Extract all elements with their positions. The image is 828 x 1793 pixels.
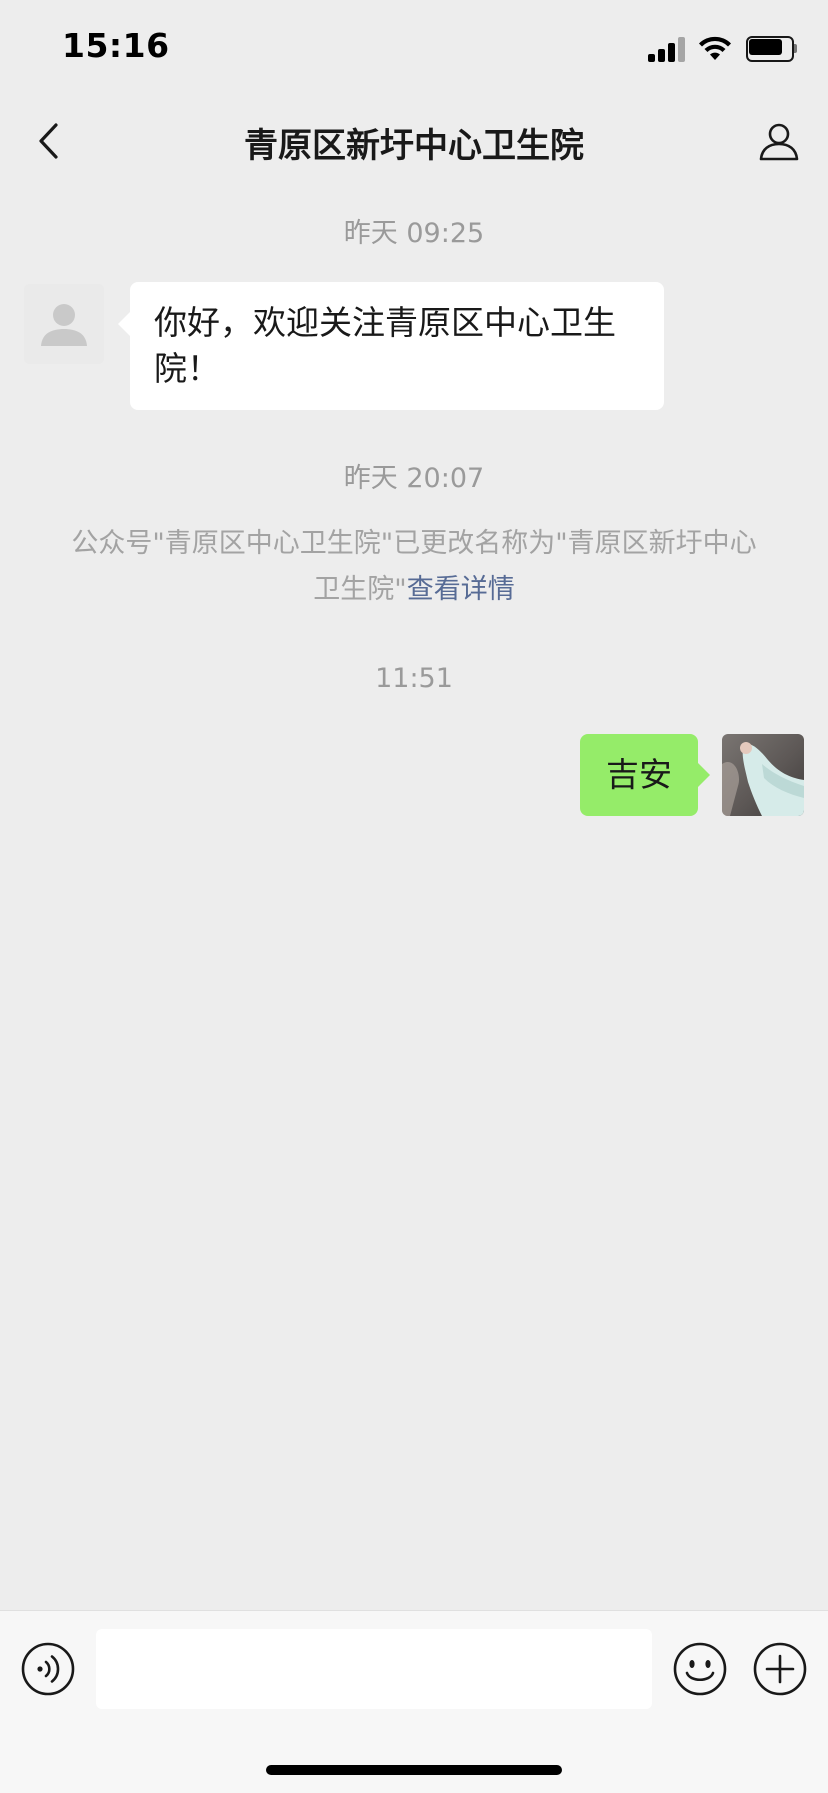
- input-bar: [0, 1610, 828, 1793]
- nav-bar: 青原区新圩中心卫生院: [0, 96, 828, 186]
- plus-icon: [753, 1642, 807, 1696]
- default-avatar-icon: [24, 284, 104, 364]
- sender-avatar[interactable]: [24, 284, 104, 364]
- message-timestamp: 11:51: [375, 663, 453, 694]
- page-title: 青原区新圩中心卫生院: [244, 126, 584, 166]
- emoji-icon: [673, 1642, 727, 1696]
- profile-button[interactable]: [752, 114, 806, 168]
- emoji-button[interactable]: [672, 1641, 728, 1697]
- status-time: 15:16: [62, 26, 170, 65]
- incoming-message-bubble[interactable]: 你好，欢迎关注青原区中心卫生院！: [118, 282, 664, 410]
- person-icon: [759, 123, 799, 161]
- user-avatar[interactable]: [722, 734, 804, 816]
- battery-icon: [746, 36, 798, 62]
- voice-icon: [21, 1642, 75, 1696]
- message-timestamp: 昨天 20:07: [343, 463, 485, 494]
- more-button[interactable]: [752, 1641, 808, 1697]
- wifi-icon: [699, 36, 731, 60]
- message-input[interactable]: [96, 1629, 652, 1709]
- chevron-left-icon: [39, 123, 58, 159]
- view-details-link[interactable]: 查看详情: [407, 574, 515, 605]
- chat-messages[interactable]: 昨天 09:25 你好，欢迎关注青原区中心卫生院！ 昨天 20:07 公众号"青…: [0, 186, 828, 1610]
- signal-icon: [648, 36, 686, 62]
- chat-screen: 15:16 青原区新圩中心卫生院 昨天 09:25 你好，欢迎关注青原区中心卫生…: [0, 0, 828, 1793]
- home-indicator[interactable]: [266, 1765, 562, 1775]
- status-bar: 15:16: [0, 0, 828, 96]
- back-button[interactable]: [24, 116, 74, 166]
- user-photo-avatar: [722, 734, 804, 816]
- status-icons: [648, 34, 798, 64]
- system-notice: 公众号"青原区中心卫生院"已更改名称为"青原区新圩中心卫生院"查看详情: [60, 521, 768, 613]
- voice-button[interactable]: [20, 1641, 76, 1697]
- message-timestamp: 昨天 09:25: [343, 218, 485, 249]
- outgoing-message-bubble[interactable]: 吉安: [580, 734, 710, 816]
